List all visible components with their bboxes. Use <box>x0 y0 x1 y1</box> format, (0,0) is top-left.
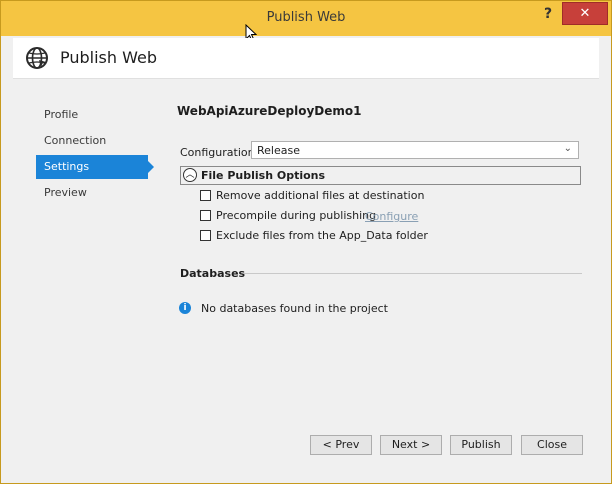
remove-additional-files-checkbox[interactable] <box>200 190 211 201</box>
file-publish-options-expander[interactable]: ︿ File Publish Options <box>180 166 581 185</box>
window-title: Publish Web <box>266 10 346 25</box>
next-button[interactable]: Next > <box>380 435 442 455</box>
databases-header: Databases <box>180 267 246 280</box>
exclude-app-data-label: Exclude files from the App_Data folder <box>216 229 428 242</box>
precompile-checkbox[interactable] <box>200 210 211 221</box>
info-icon: i <box>179 302 191 314</box>
title-bar[interactable]: Publish Web ? ✕ <box>1 1 611 36</box>
remove-additional-files-label: Remove additional files at destination <box>216 189 425 202</box>
configuration-label: Configuration: <box>180 146 259 159</box>
window-close-button[interactable]: ✕ <box>562 2 608 25</box>
close-button[interactable]: Close <box>521 435 583 455</box>
nav-item-preview[interactable]: Preview <box>36 181 148 205</box>
precompile-label: Precompile during publishing <box>216 209 377 222</box>
no-databases-message: No databases found in the project <box>201 302 388 315</box>
nav-item-connection[interactable]: Connection <box>36 129 148 153</box>
nav-item-settings[interactable]: Settings <box>36 155 154 179</box>
globe-icon <box>26 47 48 69</box>
nav-item-profile[interactable]: Profile <box>36 103 148 127</box>
dialog-header: Publish Web <box>13 38 599 78</box>
publish-web-dialog: Publish Web ? ✕ Publish Web Profile Conn… <box>0 0 612 484</box>
header-title: Publish Web <box>60 48 157 67</box>
prev-button[interactable]: < Prev <box>310 435 372 455</box>
publish-button[interactable]: Publish <box>450 435 512 455</box>
chevron-down-icon: ⌄ <box>563 143 572 154</box>
configuration-dropdown[interactable]: Release ⌄ <box>251 141 579 159</box>
dialog-content: Profile Connection Settings Preview WebA… <box>13 78 599 469</box>
exclude-app-data-checkbox[interactable] <box>200 230 211 241</box>
configuration-value: Release <box>257 144 300 157</box>
help-button[interactable]: ? <box>535 4 561 24</box>
databases-divider <box>244 273 582 274</box>
file-publish-options-label: File Publish Options <box>201 169 326 182</box>
collapse-chevron-up-icon[interactable]: ︿ <box>183 168 197 182</box>
project-name: WebApiAzureDeployDemo1 <box>177 104 362 118</box>
configure-link[interactable]: Configure <box>365 210 418 223</box>
wizard-nav: Profile Connection Settings Preview <box>36 103 154 207</box>
